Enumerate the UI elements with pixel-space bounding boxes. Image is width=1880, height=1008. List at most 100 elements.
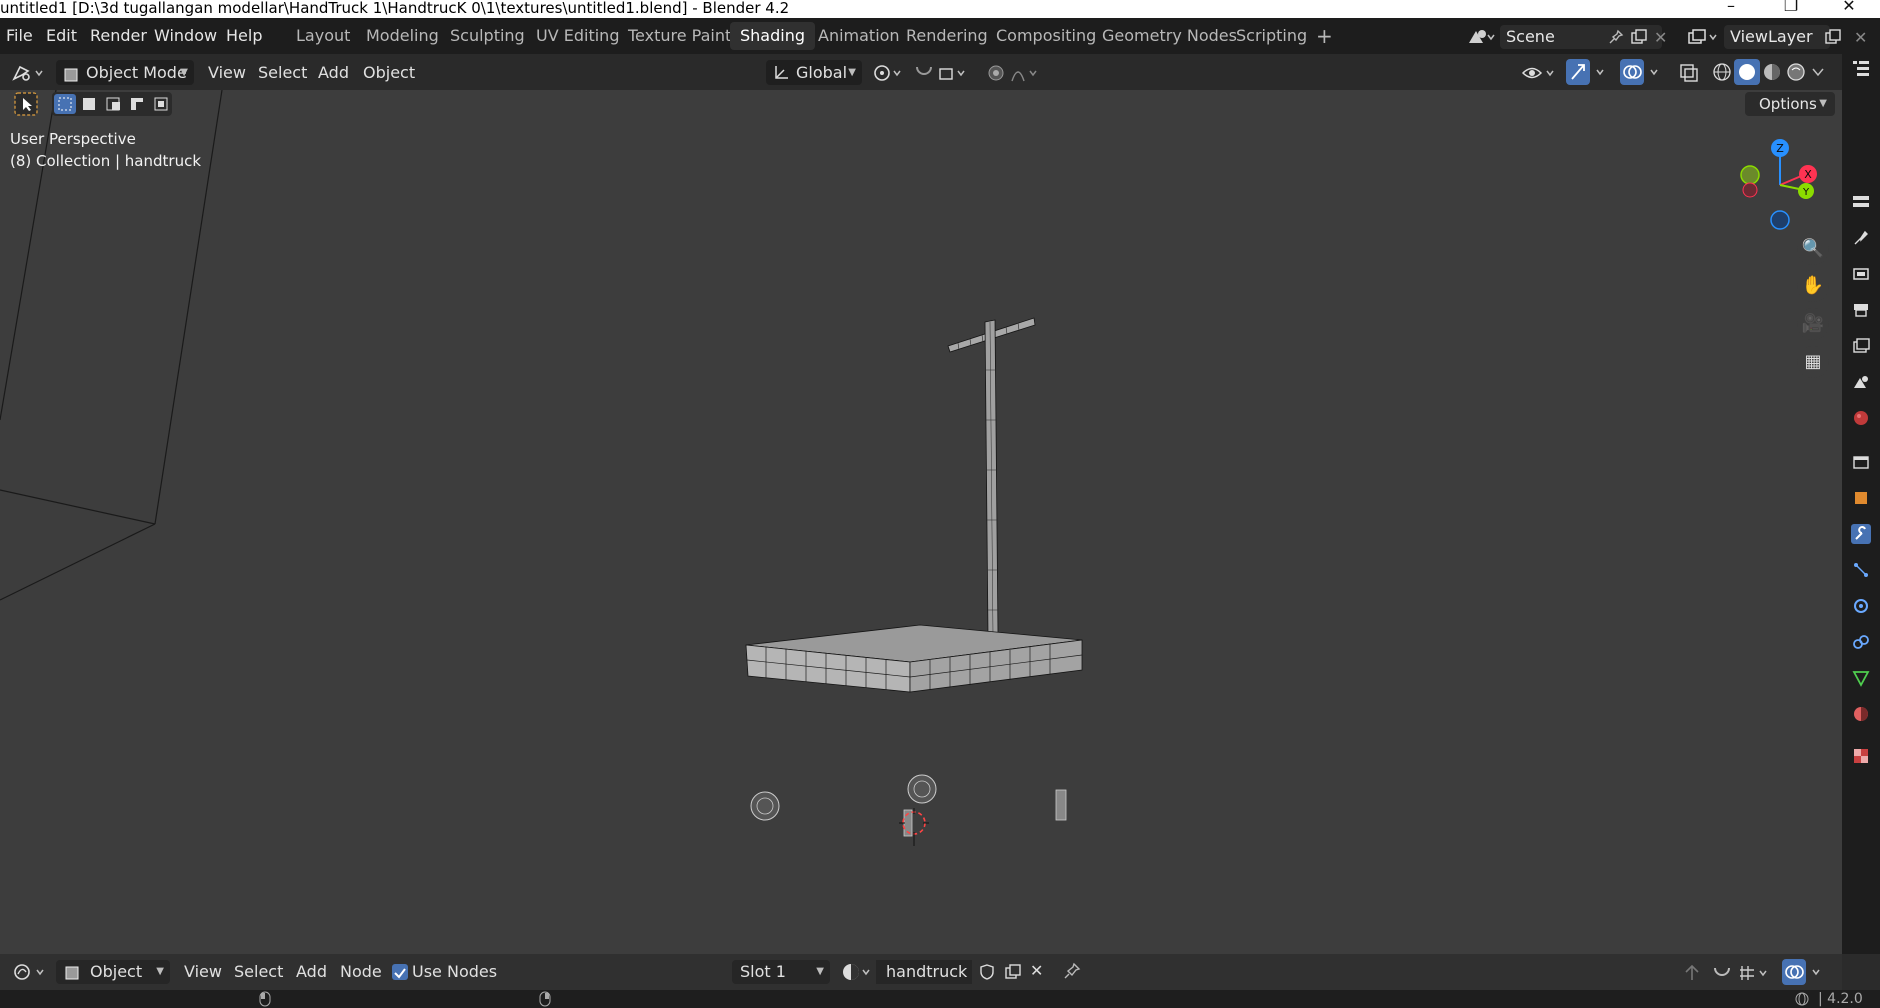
- unlink-material-icon[interactable]: ✕: [1030, 961, 1048, 980]
- render-properties-icon[interactable]: [1851, 264, 1871, 284]
- grid-view-icon[interactable]: ▦: [1797, 346, 1829, 378]
- pin-icon[interactable]: [1062, 962, 1082, 982]
- constraints-properties-icon[interactable]: [1851, 632, 1871, 652]
- node-add-menu[interactable]: Add: [296, 960, 327, 984]
- tab-layout[interactable]: Layout: [286, 22, 360, 50]
- solid-shading-icon[interactable]: [1734, 59, 1760, 85]
- proportional-editing-icon[interactable]: [986, 61, 1046, 85]
- shader-object-dropdown[interactable]: Object ▼: [56, 960, 170, 984]
- wireframe-shading-icon[interactable]: [1710, 60, 1734, 84]
- tab-texture-paint[interactable]: Texture Paint: [618, 22, 741, 50]
- delete-view-layer-icon[interactable]: ✕: [1854, 28, 1870, 47]
- node-select-menu[interactable]: Select: [234, 960, 283, 984]
- view-layer-properties-icon[interactable]: [1851, 336, 1871, 356]
- collection-properties-icon[interactable]: [1851, 452, 1871, 472]
- visibility-icon[interactable]: [1520, 61, 1560, 85]
- menu-render[interactable]: Render: [90, 18, 147, 54]
- use-nodes-toggle[interactable]: Use Nodes: [392, 960, 497, 984]
- object-properties-icon[interactable]: [1851, 488, 1871, 508]
- properties-editor-icon[interactable]: [1851, 192, 1871, 212]
- tab-rendering[interactable]: Rendering: [896, 22, 998, 50]
- view-layer-icon[interactable]: [1686, 27, 1720, 47]
- select-tool-icon[interactable]: [14, 92, 38, 116]
- fake-user-shield-icon[interactable]: [978, 963, 996, 981]
- menu-file[interactable]: File: [6, 18, 33, 54]
- parent-node-tree-icon[interactable]: [1680, 962, 1704, 984]
- tab-uv-editing[interactable]: UV Editing: [526, 22, 629, 50]
- zoom-icon[interactable]: 🔍: [1797, 233, 1829, 265]
- scene-icon[interactable]: [1466, 27, 1496, 47]
- texture-properties-icon[interactable]: [1851, 746, 1871, 766]
- node-view-menu[interactable]: View: [184, 960, 222, 984]
- options-dropdown[interactable]: Options ▼: [1745, 92, 1835, 116]
- object-menu[interactable]: Object: [363, 60, 415, 85]
- modifier-properties-icon[interactable]: [1851, 524, 1871, 544]
- shading-options-icon[interactable]: [1810, 64, 1826, 80]
- object-mode-icon: [63, 65, 79, 82]
- particles-properties-icon[interactable]: [1851, 560, 1871, 580]
- snap-toggle-icon[interactable]: [1710, 962, 1734, 984]
- snap-element-icon[interactable]: [1738, 962, 1774, 984]
- maximize-button[interactable]: ❐: [1768, 0, 1814, 18]
- status-bar: | 4.2.0: [0, 990, 1880, 1008]
- selection-mode-set-icon[interactable]: [52, 92, 172, 116]
- material-properties-icon[interactable]: [1851, 704, 1871, 724]
- view-menu[interactable]: View: [208, 60, 246, 85]
- orientation-axes-icon: [772, 64, 790, 82]
- add-workspace-button[interactable]: +: [1306, 22, 1343, 50]
- node-overlay-toggle-icon[interactable]: [1782, 959, 1828, 985]
- mouse-left-icon: [258, 991, 272, 1007]
- delete-scene-icon[interactable]: ✕: [1654, 28, 1670, 47]
- world-properties-icon[interactable]: [1851, 408, 1871, 428]
- new-view-layer-icon[interactable]: [1824, 28, 1842, 46]
- material-preview-icon[interactable]: [1760, 60, 1784, 84]
- tab-animation[interactable]: Animation: [808, 22, 910, 50]
- pan-hand-icon[interactable]: ✋: [1797, 270, 1829, 302]
- editor-type-icon[interactable]: [8, 61, 48, 85]
- overlay-toggle-icon[interactable]: [1620, 59, 1666, 85]
- xray-toggle-icon[interactable]: [1678, 60, 1700, 84]
- 3d-viewport[interactable]: User Perspective (8) Collection | handtr…: [0, 90, 1842, 954]
- menu-window[interactable]: Window: [154, 18, 217, 54]
- camera-view-icon[interactable]: 🎥: [1797, 308, 1829, 340]
- rendered-shading-icon[interactable]: [1784, 60, 1808, 84]
- tab-shading[interactable]: Shading: [730, 22, 815, 50]
- new-material-icon[interactable]: [1004, 963, 1022, 981]
- tab-sculpting[interactable]: Sculpting: [440, 22, 535, 50]
- tab-geometry-nodes[interactable]: Geometry Nodes: [1092, 22, 1247, 50]
- tab-scripting[interactable]: Scripting: [1226, 22, 1317, 50]
- pin-icon[interactable]: [1608, 29, 1624, 45]
- node-menu[interactable]: Node: [340, 960, 382, 984]
- use-nodes-checkbox[interactable]: [392, 964, 408, 980]
- tool-properties-icon[interactable]: [1851, 228, 1871, 248]
- mode-dropdown[interactable]: Object Mode ▼: [56, 60, 194, 85]
- browse-material-icon[interactable]: [840, 960, 874, 984]
- gizmo-toggle-icon[interactable]: [1566, 59, 1612, 85]
- snap-icon[interactable]: [912, 61, 974, 85]
- physics-properties-icon[interactable]: [1851, 596, 1871, 616]
- close-window-button[interactable]: ✕: [1826, 0, 1872, 18]
- svg-text:X: X: [1804, 168, 1812, 181]
- tab-compositing[interactable]: Compositing: [986, 22, 1106, 50]
- navigation-gizmo[interactable]: Z X Y: [1730, 130, 1840, 240]
- material-name-field[interactable]: handtruck: [876, 960, 972, 984]
- output-properties-icon[interactable]: [1851, 300, 1871, 320]
- material-slot-dropdown[interactable]: Slot 1 ▼: [732, 960, 830, 984]
- select-menu[interactable]: Select: [258, 60, 307, 85]
- add-menu[interactable]: Add: [318, 60, 349, 85]
- chevron-down-icon: ▼: [816, 966, 824, 977]
- transform-orientation-dropdown[interactable]: Global ▼: [766, 60, 862, 85]
- view-layer-selector[interactable]: ViewLayer: [1724, 25, 1830, 49]
- scene-selector[interactable]: Scene: [1500, 25, 1662, 49]
- menu-help[interactable]: Help: [226, 18, 262, 54]
- new-scene-icon[interactable]: [1630, 28, 1648, 46]
- svg-text:Y: Y: [1802, 187, 1810, 198]
- node-editor-type-icon[interactable]: [10, 960, 50, 984]
- scene-properties-icon[interactable]: [1851, 372, 1871, 392]
- pivot-point-icon[interactable]: [870, 61, 906, 85]
- minimize-button[interactable]: –: [1708, 0, 1754, 18]
- tab-modeling[interactable]: Modeling: [356, 22, 449, 50]
- menu-edit[interactable]: Edit: [46, 18, 77, 54]
- outliner-icon[interactable]: [1851, 58, 1871, 78]
- data-properties-icon[interactable]: [1851, 668, 1871, 688]
